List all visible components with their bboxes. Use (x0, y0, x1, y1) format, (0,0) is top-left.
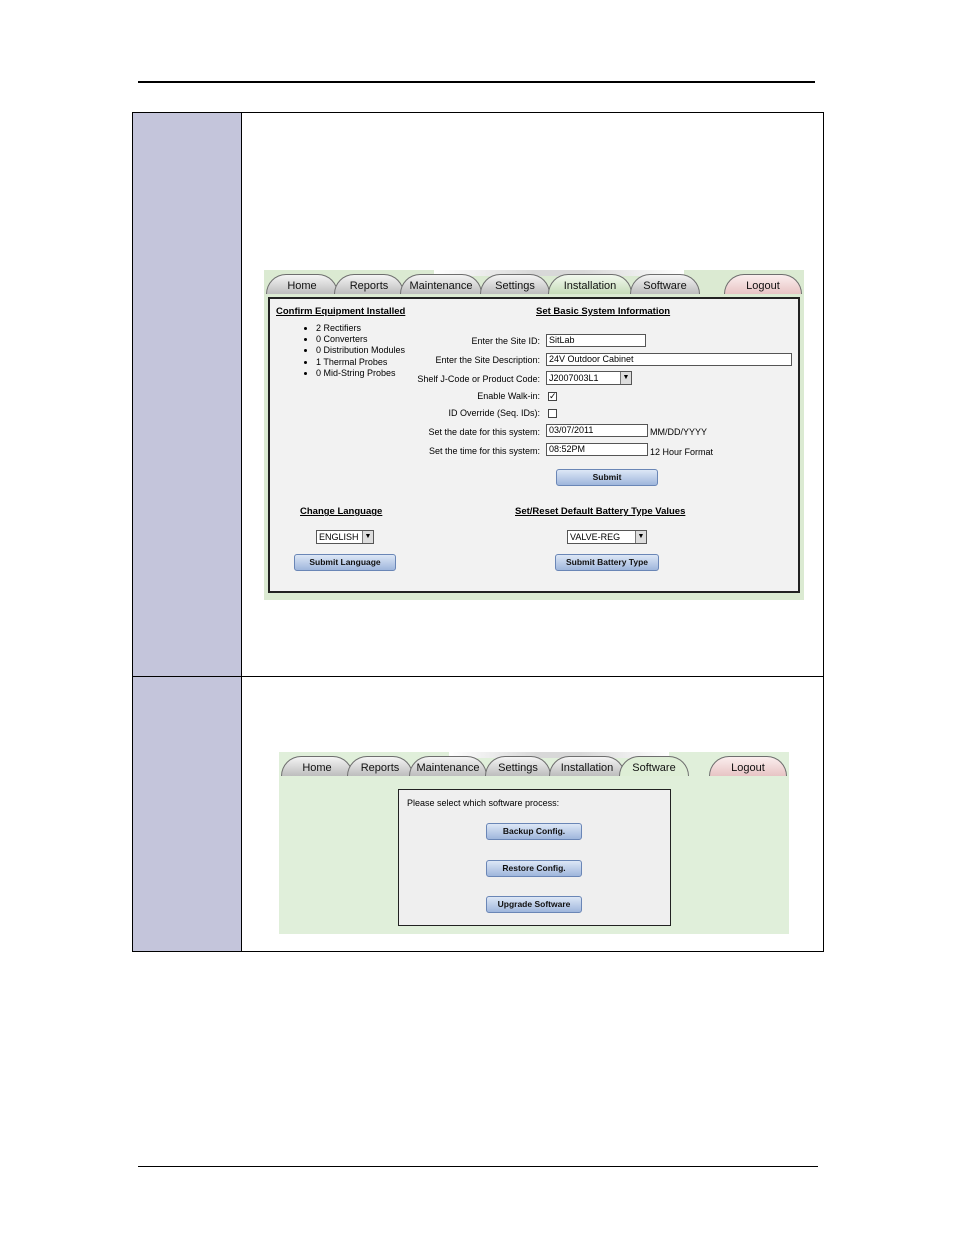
table-row-divider (133, 676, 823, 677)
walkin-label: Enable Walk-in: (477, 391, 540, 401)
date-format-hint: MM/DD/YYYY (650, 427, 708, 437)
date-input[interactable]: 03/07/2011 (546, 424, 648, 437)
jcode-select[interactable]: J2007003L1 ▼ (546, 371, 632, 385)
nav-tab-bar: Home Reports Maintenance Settings Instal… (279, 752, 789, 776)
installation-panel: Confirm Equipment Installed 2 Rectifiers… (268, 297, 800, 593)
submit-language-button[interactable]: Submit Language (294, 554, 396, 571)
tab-settings[interactable]: Settings (485, 756, 551, 776)
tab-logout[interactable]: Logout (709, 756, 787, 776)
list-item: 1 Thermal Probes (316, 357, 405, 368)
restore-config-button[interactable]: Restore Config. (486, 860, 582, 877)
language-heading: Change Language (300, 506, 383, 517)
equipment-list: 2 Rectifiers 0 Converters 0 Distribution… (298, 323, 405, 379)
time-format-hint: 12 Hour Format (650, 447, 714, 457)
list-item: 0 Converters (316, 334, 405, 345)
software-screenshot: Home Reports Maintenance Settings Instal… (279, 752, 789, 934)
jcode-label: Shelf J-Code or Product Code: (417, 374, 540, 384)
site-id-input[interactable]: SitLab (546, 334, 646, 347)
table-left-column (133, 113, 242, 951)
site-id-label: Enter the Site ID: (471, 336, 540, 346)
upgrade-software-button[interactable]: Upgrade Software (486, 896, 582, 913)
tab-reports[interactable]: Reports (347, 756, 413, 776)
equipment-heading: Confirm Equipment Installed (276, 306, 406, 317)
list-item: 0 Mid-String Probes (316, 368, 405, 379)
chevron-down-icon: ▼ (620, 372, 631, 384)
time-label: Set the time for this system: (428, 446, 540, 456)
id-override-label: ID Override (Seq. IDs): (448, 408, 540, 418)
list-item: 2 Rectifiers (316, 323, 405, 334)
nav-tab-bar: Home Reports Maintenance Settings Instal… (264, 270, 804, 294)
footer-rule (138, 1166, 818, 1167)
software-panel: Please select which software process: Ba… (398, 789, 671, 926)
header-rule (138, 81, 815, 83)
battery-type-select[interactable]: VALVE-REG ▼ (567, 530, 647, 544)
basic-info-heading: Set Basic System Information (536, 306, 671, 317)
backup-config-button[interactable]: Backup Config. (486, 823, 582, 840)
tab-installation[interactable]: Installation (549, 756, 625, 776)
chevron-down-icon: ▼ (362, 531, 373, 543)
tab-software[interactable]: Software (630, 274, 700, 294)
software-prompt: Please select which software process: (407, 798, 560, 808)
jcode-select-value: J2007003L1 (549, 373, 599, 383)
list-item: 0 Distribution Modules (316, 345, 405, 356)
tab-installation[interactable]: Installation (548, 274, 632, 294)
tab-maintenance[interactable]: Maintenance (409, 756, 487, 776)
date-label: Set the date for this system: (428, 427, 540, 437)
tab-home[interactable]: Home (266, 274, 338, 294)
tab-reports[interactable]: Reports (334, 274, 404, 294)
site-description-label: Enter the Site Description: (435, 355, 540, 365)
submit-battery-type-button[interactable]: Submit Battery Type (555, 554, 659, 571)
battery-type-select-value: VALVE-REG (570, 532, 621, 542)
id-override-checkbox[interactable] (548, 409, 557, 418)
battery-heading: Set/Reset Default Battery Type Values (515, 506, 686, 517)
tab-settings[interactable]: Settings (480, 274, 550, 294)
time-input[interactable]: 08:52PM (546, 443, 648, 456)
submit-button[interactable]: Submit (556, 469, 658, 486)
walkin-checkbox[interactable]: ✓ (548, 392, 557, 401)
language-select[interactable]: ENGLISH ▼ (316, 530, 374, 544)
site-description-input[interactable]: 24V Outdoor Cabinet (546, 353, 792, 366)
language-select-value: ENGLISH (319, 532, 359, 542)
chevron-down-icon: ▼ (635, 531, 646, 543)
tab-home[interactable]: Home (281, 756, 353, 776)
installation-screenshot: Home Reports Maintenance Settings Instal… (264, 270, 804, 600)
tab-software[interactable]: Software (619, 756, 689, 776)
tab-logout[interactable]: Logout (724, 274, 802, 294)
tab-maintenance[interactable]: Maintenance (400, 274, 482, 294)
